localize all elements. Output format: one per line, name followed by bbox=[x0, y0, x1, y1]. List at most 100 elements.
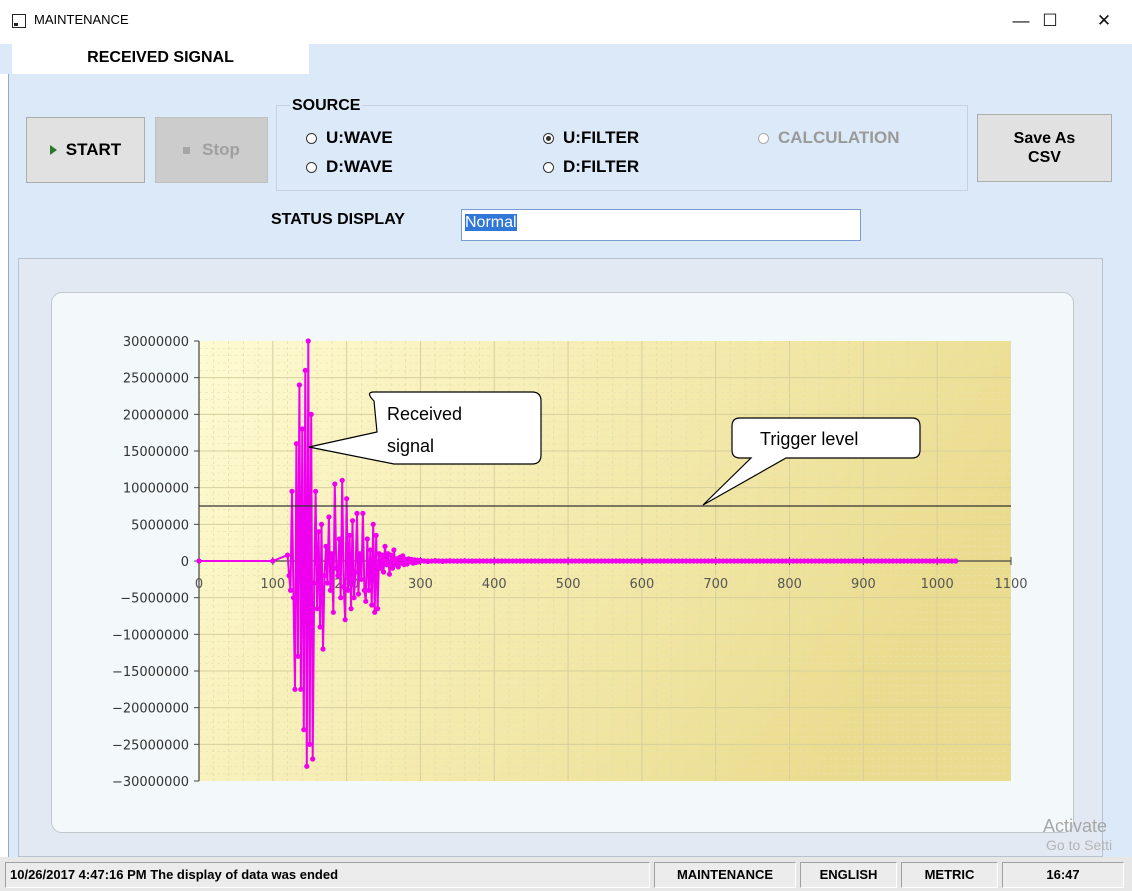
data-point bbox=[333, 565, 339, 571]
x-tick-label: 0 bbox=[195, 577, 203, 592]
data-point bbox=[373, 532, 379, 538]
data-point bbox=[302, 367, 308, 373]
data-point bbox=[344, 496, 350, 502]
y-tick-label: 5000000 bbox=[131, 518, 189, 533]
y-tick-label: 15000000 bbox=[123, 445, 189, 460]
data-point bbox=[342, 617, 348, 623]
status-time: 16:47 bbox=[1002, 862, 1124, 888]
data-point bbox=[315, 529, 322, 535]
x-tick-label: 500 bbox=[556, 577, 581, 592]
y-tick-label: −15000000 bbox=[112, 665, 189, 680]
data-point bbox=[369, 602, 375, 608]
data-point bbox=[308, 411, 314, 417]
data-point bbox=[305, 338, 311, 344]
data-point bbox=[355, 591, 362, 597]
data-point bbox=[295, 653, 301, 659]
data-point bbox=[382, 543, 388, 549]
x-tick-label: 1100 bbox=[994, 577, 1027, 592]
y-tick-label: −25000000 bbox=[112, 738, 189, 753]
data-point bbox=[391, 547, 397, 553]
x-tick-label: 300 bbox=[408, 577, 433, 592]
data-point bbox=[351, 595, 357, 601]
data-point bbox=[332, 481, 338, 487]
data-point bbox=[363, 598, 369, 604]
data-point bbox=[335, 573, 341, 579]
status-units: METRIC bbox=[901, 862, 998, 888]
watermark-line1: Activate bbox=[1043, 816, 1108, 836]
x-tick-label: 600 bbox=[629, 577, 654, 592]
data-point bbox=[367, 547, 373, 553]
data-point bbox=[324, 580, 331, 586]
data-point bbox=[361, 587, 367, 593]
data-point bbox=[323, 543, 329, 549]
data-point bbox=[386, 571, 393, 577]
signal-chart: 30000000 25000000 20000000 15000000 10000000… bbox=[112, 335, 1028, 790]
data-point bbox=[338, 595, 344, 601]
status-mode: MAINTENANCE bbox=[654, 862, 796, 888]
data-point bbox=[313, 488, 319, 494]
data-point bbox=[196, 558, 202, 564]
data-point bbox=[327, 587, 333, 593]
status-message: 10/26/2017 4:47:16 PM The display of dat… bbox=[5, 862, 650, 888]
data-point bbox=[287, 587, 294, 593]
y-tick-label: −20000000 bbox=[112, 702, 189, 717]
x-tick-label: 900 bbox=[851, 577, 876, 592]
data-point bbox=[286, 573, 292, 579]
data-point bbox=[348, 606, 354, 612]
data-point bbox=[293, 441, 300, 447]
x-tick-label: 100 bbox=[260, 577, 285, 592]
data-point bbox=[299, 426, 305, 432]
data-point bbox=[314, 606, 320, 612]
data-point bbox=[284, 552, 291, 558]
x-tick-label: 700 bbox=[703, 577, 728, 592]
data-point bbox=[366, 587, 372, 593]
data-point bbox=[388, 552, 394, 558]
x-tick-label: 400 bbox=[482, 577, 507, 592]
data-point bbox=[311, 580, 317, 586]
status-language: ENGLISH bbox=[800, 862, 897, 888]
data-point bbox=[953, 558, 959, 564]
data-point bbox=[379, 552, 385, 558]
data-point bbox=[341, 584, 347, 590]
data-point bbox=[380, 569, 387, 575]
y-tick-label: 25000000 bbox=[123, 372, 189, 387]
data-point bbox=[307, 741, 313, 747]
data-point bbox=[292, 686, 298, 692]
data-point bbox=[345, 587, 351, 593]
y-tick-label: −5000000 bbox=[120, 592, 189, 607]
callout-trigger-text: Trigger level bbox=[760, 429, 858, 449]
data-point bbox=[336, 536, 342, 542]
data-point bbox=[310, 756, 316, 762]
watermark-line2: Go to Setti bbox=[1046, 837, 1113, 853]
x-tick-label: 1000 bbox=[921, 577, 954, 592]
data-point bbox=[364, 536, 370, 542]
y-tick-labels: 30000000 25000000 20000000 15000000 10000000… bbox=[112, 335, 199, 790]
data-point bbox=[330, 609, 336, 615]
data-point bbox=[375, 606, 381, 612]
x-tick-label: 800 bbox=[777, 577, 802, 592]
data-point bbox=[321, 573, 328, 579]
data-point bbox=[383, 562, 390, 568]
status-bar: 10/26/2017 4:47:16 PM The display of dat… bbox=[0, 857, 1132, 891]
data-point bbox=[360, 510, 366, 516]
data-point bbox=[349, 518, 356, 524]
y-tick-label: 20000000 bbox=[123, 408, 189, 423]
data-point bbox=[289, 488, 295, 494]
data-point bbox=[298, 686, 304, 692]
y-tick-label: 30000000 bbox=[123, 335, 189, 350]
y-tick-label: −30000000 bbox=[112, 775, 189, 790]
data-point bbox=[357, 551, 363, 557]
data-point bbox=[270, 558, 276, 564]
data-point bbox=[326, 514, 332, 520]
callout-line-2: signal bbox=[387, 436, 434, 456]
data-point bbox=[354, 510, 360, 516]
y-tick-label: 10000000 bbox=[123, 482, 189, 497]
data-point bbox=[339, 477, 345, 483]
data-point bbox=[304, 763, 310, 769]
y-tick-label: 0 bbox=[181, 555, 189, 570]
data-point bbox=[358, 576, 364, 582]
data-point bbox=[346, 532, 353, 538]
data-point bbox=[301, 727, 307, 733]
data-point bbox=[317, 624, 323, 630]
data-point bbox=[329, 551, 335, 557]
